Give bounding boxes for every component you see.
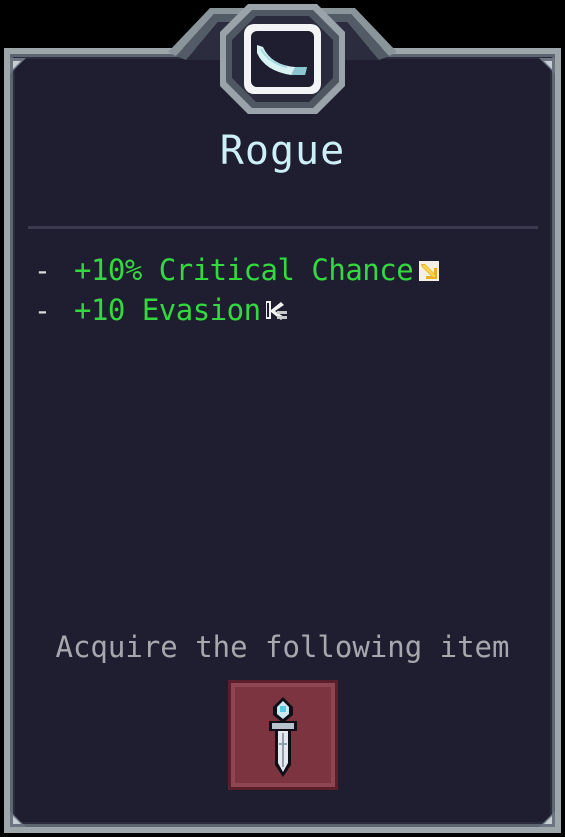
evasion-icon — [265, 301, 287, 320]
dagger-item-icon — [269, 697, 297, 777]
stat-list: - +10% Critical Chance - +10 Evasion — [34, 250, 534, 330]
bullet-dash: - — [34, 253, 51, 287]
stat-item-critical-chance: - +10% Critical Chance — [34, 250, 534, 290]
dagger-blade-icon — [257, 45, 307, 75]
frame-corner-decoration — [10, 811, 26, 827]
stat-text: +10% Critical Chance — [74, 253, 414, 287]
frame-corner-decoration — [539, 811, 555, 827]
critical-chance-icon — [417, 259, 440, 281]
stat-item-evasion: - +10 Evasion — [34, 290, 534, 330]
stat-text: +10 Evasion — [74, 293, 261, 327]
bullet-dash: - — [34, 293, 51, 327]
class-title: Rogue — [219, 128, 346, 174]
acquire-item-label: Acquire the following item — [55, 630, 510, 664]
divider — [28, 226, 538, 229]
reward-item-slot[interactable] — [228, 680, 338, 790]
